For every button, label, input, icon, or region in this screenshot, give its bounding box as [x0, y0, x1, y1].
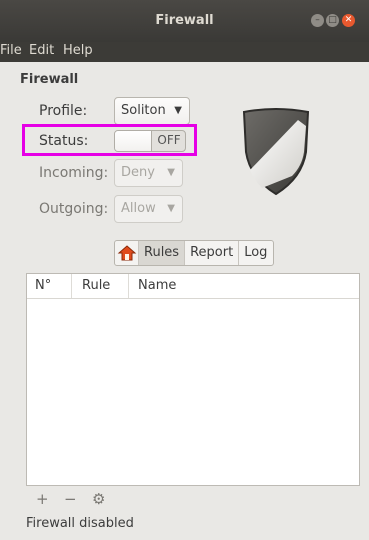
- view-tabs: Rules Report Log: [114, 240, 274, 266]
- section-heading: Firewall: [20, 72, 79, 87]
- column-header-rule[interactable]: Rule: [82, 278, 110, 293]
- title-bar[interactable]: Firewall – □ ✕: [0, 0, 369, 42]
- column-divider: [71, 274, 72, 298]
- home-icon: [117, 245, 136, 261]
- menu-file[interactable]: File: [0, 43, 22, 58]
- menu-help[interactable]: Help: [63, 43, 93, 58]
- minimize-icon[interactable]: –: [311, 14, 324, 27]
- menu-bar: File Edit Help: [0, 42, 369, 62]
- outgoing-value: Allow: [121, 201, 156, 216]
- status-highlight-box: [22, 124, 197, 156]
- tab-rules[interactable]: Rules: [139, 241, 186, 265]
- gear-icon[interactable]: ⚙: [92, 490, 105, 508]
- incoming-label: Incoming:: [39, 165, 109, 181]
- home-tab[interactable]: [115, 241, 139, 265]
- menu-edit[interactable]: Edit: [29, 43, 54, 58]
- outgoing-label: Outgoing:: [39, 201, 109, 217]
- remove-rule-button[interactable]: −: [64, 490, 77, 508]
- maximize-icon[interactable]: □: [326, 14, 339, 27]
- close-icon[interactable]: ✕: [342, 14, 355, 27]
- rules-table[interactable]: N° Rule Name: [26, 273, 360, 486]
- table-header: N° Rule Name: [27, 274, 359, 299]
- column-header-name[interactable]: Name: [138, 278, 176, 293]
- dropdown-arrow-icon: ▼: [167, 167, 175, 178]
- shield-icon: [242, 108, 310, 196]
- add-rule-button[interactable]: +: [36, 490, 49, 508]
- incoming-value: Deny: [121, 165, 155, 180]
- column-divider: [128, 274, 129, 298]
- profile-value: Soliton: [121, 103, 166, 118]
- status-bar-text: Firewall disabled: [26, 516, 134, 531]
- tab-log[interactable]: Log: [239, 241, 272, 265]
- profile-dropdown[interactable]: Soliton ▼: [114, 97, 190, 125]
- dropdown-arrow-icon: ▼: [167, 203, 175, 214]
- outgoing-dropdown[interactable]: Allow ▼: [114, 195, 183, 223]
- column-header-number[interactable]: N°: [35, 278, 51, 293]
- incoming-dropdown[interactable]: Deny ▼: [114, 159, 183, 187]
- tab-report[interactable]: Report: [185, 241, 240, 265]
- profile-label: Profile:: [39, 103, 88, 119]
- dropdown-arrow-icon: ▼: [174, 105, 182, 116]
